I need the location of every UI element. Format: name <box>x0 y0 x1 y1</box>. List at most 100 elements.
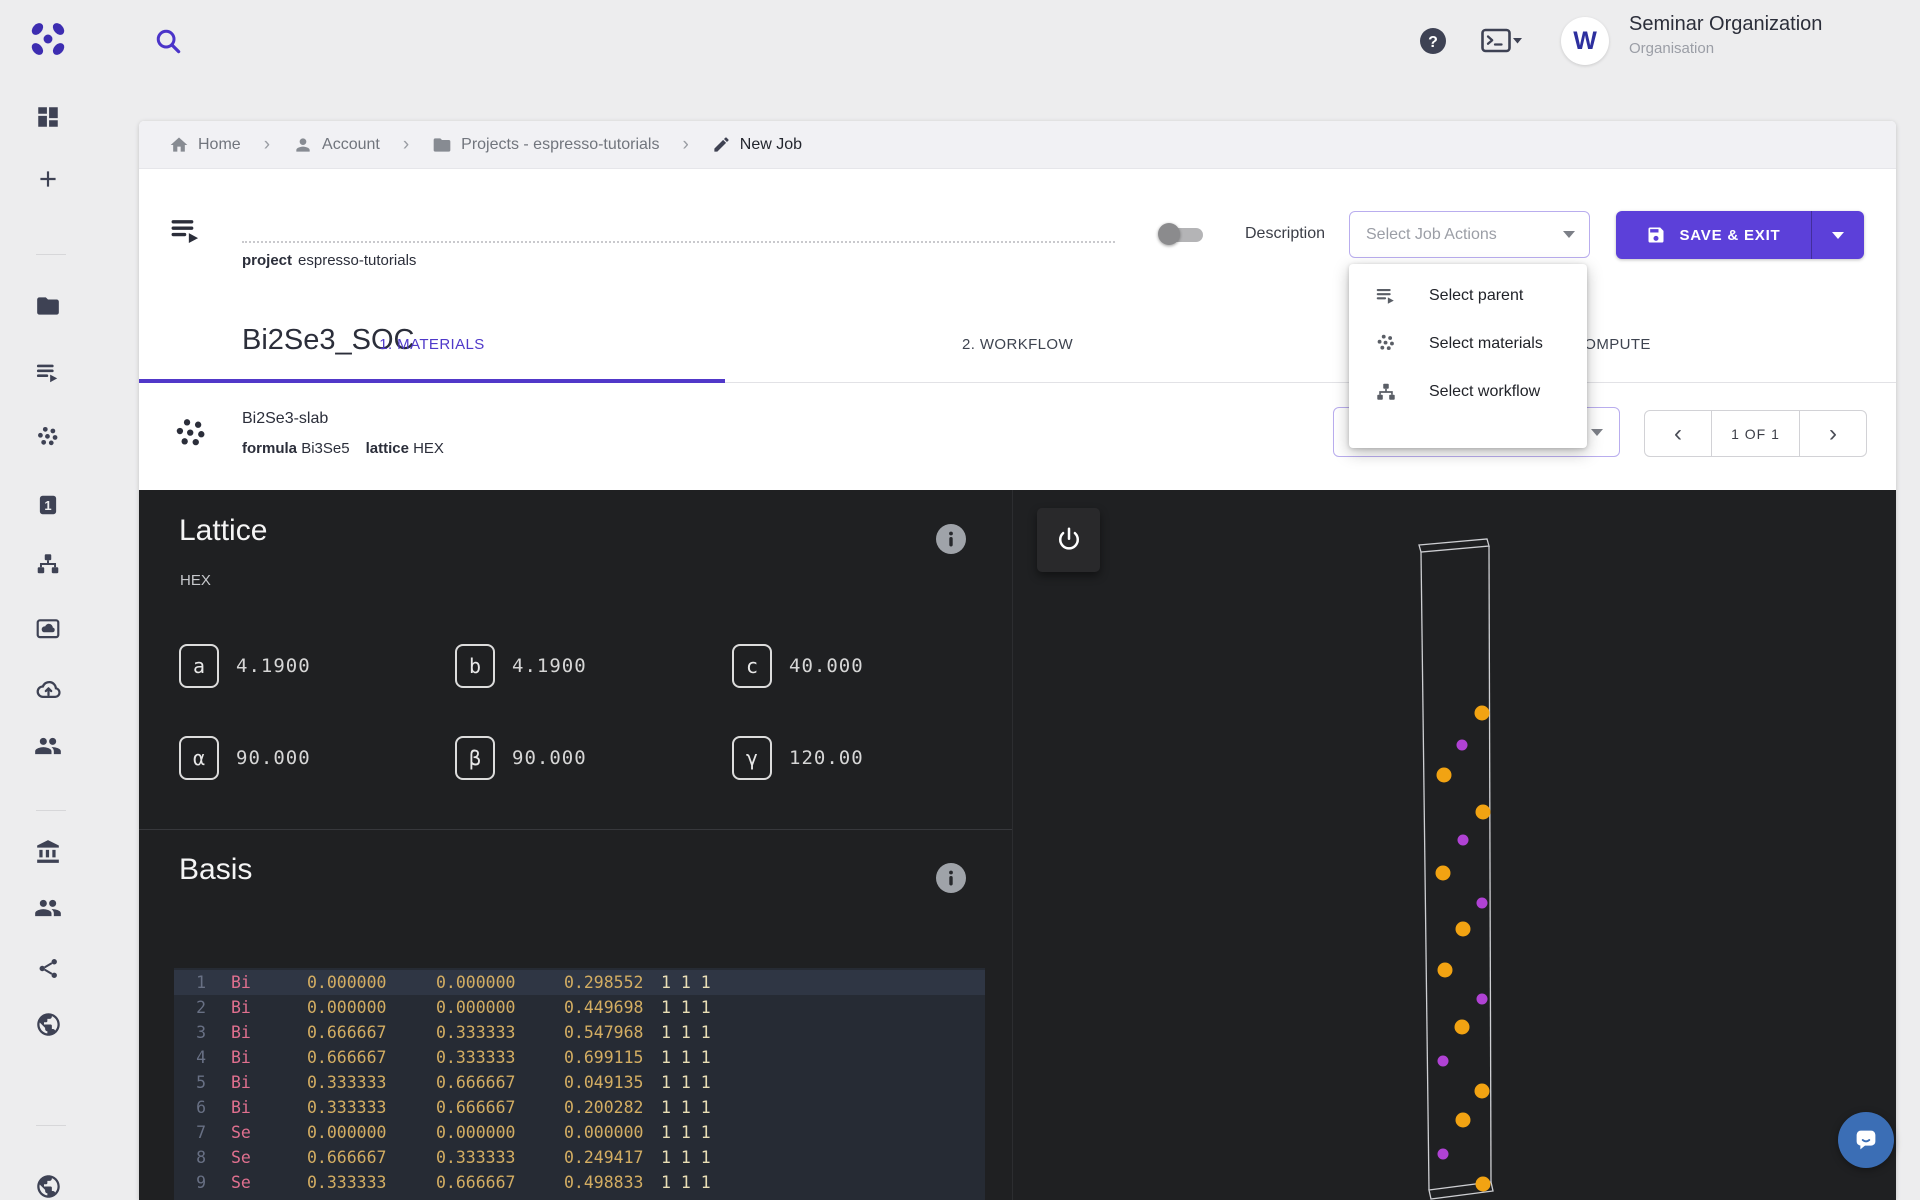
numbered-box-icon: 1 <box>35 492 61 518</box>
atom-Se[interactable] <box>1438 963 1453 978</box>
sidebar-item-uploads[interactable] <box>28 669 68 709</box>
atom-Bi[interactable] <box>1438 1056 1449 1067</box>
search-button[interactable] <box>150 23 186 59</box>
sidebar-item-organization[interactable] <box>28 832 68 872</box>
sidebar-item-sharing[interactable] <box>28 948 68 988</box>
lattice-value[interactable]: 90.000 <box>236 747 311 769</box>
atom-Se[interactable] <box>1456 1113 1471 1128</box>
lattice-parameters: a4.1900b4.1900c40.000 α90.000β90.000γ120.… <box>179 644 864 780</box>
sidebar-item-entity-one[interactable]: 1 <box>28 485 68 525</box>
structure-viewer[interactable] <box>1012 490 1896 1200</box>
atom-Se[interactable] <box>1475 706 1490 721</box>
atom-Se[interactable] <box>1475 1084 1490 1099</box>
lattice-value[interactable]: 120.00 <box>789 747 864 769</box>
basis-row[interactable]: 8Se0.6666670.3333330.2494171 1 1 <box>174 1145 985 1170</box>
lattice-value[interactable]: 90.000 <box>512 747 587 769</box>
basis-cell: Bi <box>231 1095 251 1120</box>
atom-Bi[interactable] <box>1457 740 1468 751</box>
chat-launcher-button[interactable] <box>1838 1112 1894 1168</box>
user-avatar[interactable]: W <box>1561 17 1609 65</box>
basis-row[interactable]: 4Bi0.6666670.3333330.6991151 1 1 <box>174 1045 985 1070</box>
lattice-parameter[interactable]: α90.000 <box>179 736 455 780</box>
atom-Se[interactable] <box>1476 805 1491 820</box>
basis-row[interactable]: 6Bi0.3333330.6666670.2002821 1 1 <box>174 1095 985 1120</box>
app-logo[interactable] <box>28 21 70 61</box>
atom-Bi[interactable] <box>1458 835 1469 846</box>
breadcrumb-account[interactable]: Account <box>293 135 380 155</box>
sidebar-item-members[interactable] <box>28 888 68 928</box>
materials-dots-icon <box>35 425 61 451</box>
basis-cell: 0.049135 <box>564 1070 643 1095</box>
sidebar-item-jobs[interactable] <box>28 353 68 393</box>
atom-Bi[interactable] <box>1477 994 1488 1005</box>
sidebar-item-create[interactable] <box>28 159 68 199</box>
breadcrumb-new-job[interactable]: New Job <box>712 135 802 154</box>
atom-Se[interactable] <box>1456 922 1471 937</box>
people-icon <box>34 894 62 922</box>
sidebar-item-materials[interactable] <box>28 418 68 458</box>
select-workflow-icon <box>1375 381 1397 403</box>
basis-cell: 0.449698 <box>564 995 643 1020</box>
atom-Se[interactable] <box>1476 1177 1491 1192</box>
basis-table[interactable]: 1Bi0.0000000.0000000.2985521 1 12Bi0.000… <box>174 968 985 1200</box>
sidebar-item-public[interactable] <box>28 1004 68 1044</box>
atom-Se[interactable] <box>1436 866 1451 881</box>
pager-next-button[interactable]: › <box>1800 411 1866 456</box>
power-icon <box>1054 525 1084 555</box>
menu-item-select-parent[interactable]: Select parent <box>1349 272 1587 320</box>
basis-cell: Bi <box>231 1020 251 1045</box>
help-button[interactable]: ? <box>1419 27 1447 55</box>
lattice-value[interactable]: 40.000 <box>789 655 864 677</box>
breadcrumb-home[interactable]: Home <box>169 135 241 155</box>
cloud-upload-icon <box>35 676 62 703</box>
lattice-parameter[interactable]: γ120.00 <box>732 736 864 780</box>
atom-Se[interactable] <box>1455 1020 1470 1035</box>
lattice-value[interactable]: 4.1900 <box>512 655 587 677</box>
basis-row[interactable]: 5Bi0.3333330.6666670.0491351 1 1 <box>174 1070 985 1095</box>
pager-prev-button[interactable]: ‹ <box>1645 411 1711 456</box>
atom-Bi[interactable] <box>1477 898 1488 909</box>
viewer-power-button[interactable] <box>1037 508 1100 572</box>
console-menu-button[interactable] <box>1481 26 1523 56</box>
menu-item-select-workflow[interactable]: Select workflow <box>1349 368 1587 416</box>
lattice-parameter[interactable]: b4.1900 <box>455 644 732 688</box>
basis-cell: 0.666667 <box>307 1145 386 1170</box>
save-exit-button[interactable]: SAVE & EXIT <box>1616 211 1864 259</box>
basis-cell: 0.000000 <box>307 995 386 1020</box>
basis-row[interactable]: 9Se0.3333330.6666670.4988331 1 1 <box>174 1170 985 1195</box>
select-materials-icon <box>1375 333 1397 355</box>
sidebar-item-projects[interactable] <box>28 286 68 326</box>
sidebar-item-images[interactable] <box>28 609 68 649</box>
material-name[interactable]: Bi2Se3-slab <box>242 410 328 428</box>
basis-info-button[interactable] <box>936 863 966 893</box>
basis-cell: 9 <box>174 1170 206 1195</box>
lattice-value[interactable]: 4.1900 <box>236 655 311 677</box>
sidebar-item-explore[interactable] <box>28 1166 68 1200</box>
basis-row[interactable]: 10Se0.0000000.0000000.1541401 1 1 <box>174 1195 985 1200</box>
basis-cell: Se <box>231 1195 251 1200</box>
sidebar-item-dashboard[interactable] <box>28 97 68 137</box>
breadcrumb-project[interactable]: Projects - espresso-tutorials <box>432 135 659 155</box>
basis-cell: 0.333333 <box>307 1095 386 1120</box>
lattice-parameter[interactable]: c40.000 <box>732 644 864 688</box>
sidebar-item-team[interactable] <box>28 726 68 766</box>
basis-row[interactable]: 2Bi0.0000000.0000000.4496981 1 1 <box>174 995 985 1020</box>
tab-workflow[interactable]: 2. WORKFLOW <box>725 305 1310 383</box>
basis-row[interactable]: 1Bi0.0000000.0000000.2985521 1 1 <box>174 970 985 995</box>
lattice-parameter[interactable]: a4.1900 <box>179 644 455 688</box>
formula-label: formula <box>242 440 297 457</box>
menu-item-select-materials[interactable]: Select materials <box>1349 320 1587 368</box>
lattice-info-button[interactable] <box>936 524 966 554</box>
sidebar-item-workflows[interactable] <box>28 544 68 584</box>
save-options-button[interactable] <box>1812 232 1864 239</box>
lattice-value: HEX <box>413 440 444 457</box>
material-pager: ‹ 1 OF 1 › <box>1644 410 1867 457</box>
atom-Bi[interactable] <box>1438 1149 1449 1160</box>
job-actions-select[interactable]: Select Job Actions <box>1349 211 1590 258</box>
tab-materials[interactable]: 1. MATERIALS <box>139 305 725 383</box>
lattice-parameter[interactable]: β90.000 <box>455 736 732 780</box>
atom-Se[interactable] <box>1437 768 1452 783</box>
basis-row[interactable]: 7Se0.0000000.0000000.0000001 1 1 <box>174 1120 985 1145</box>
description-toggle[interactable] <box>1158 220 1212 248</box>
basis-row[interactable]: 3Bi0.6666670.3333330.5479681 1 1 <box>174 1020 985 1045</box>
